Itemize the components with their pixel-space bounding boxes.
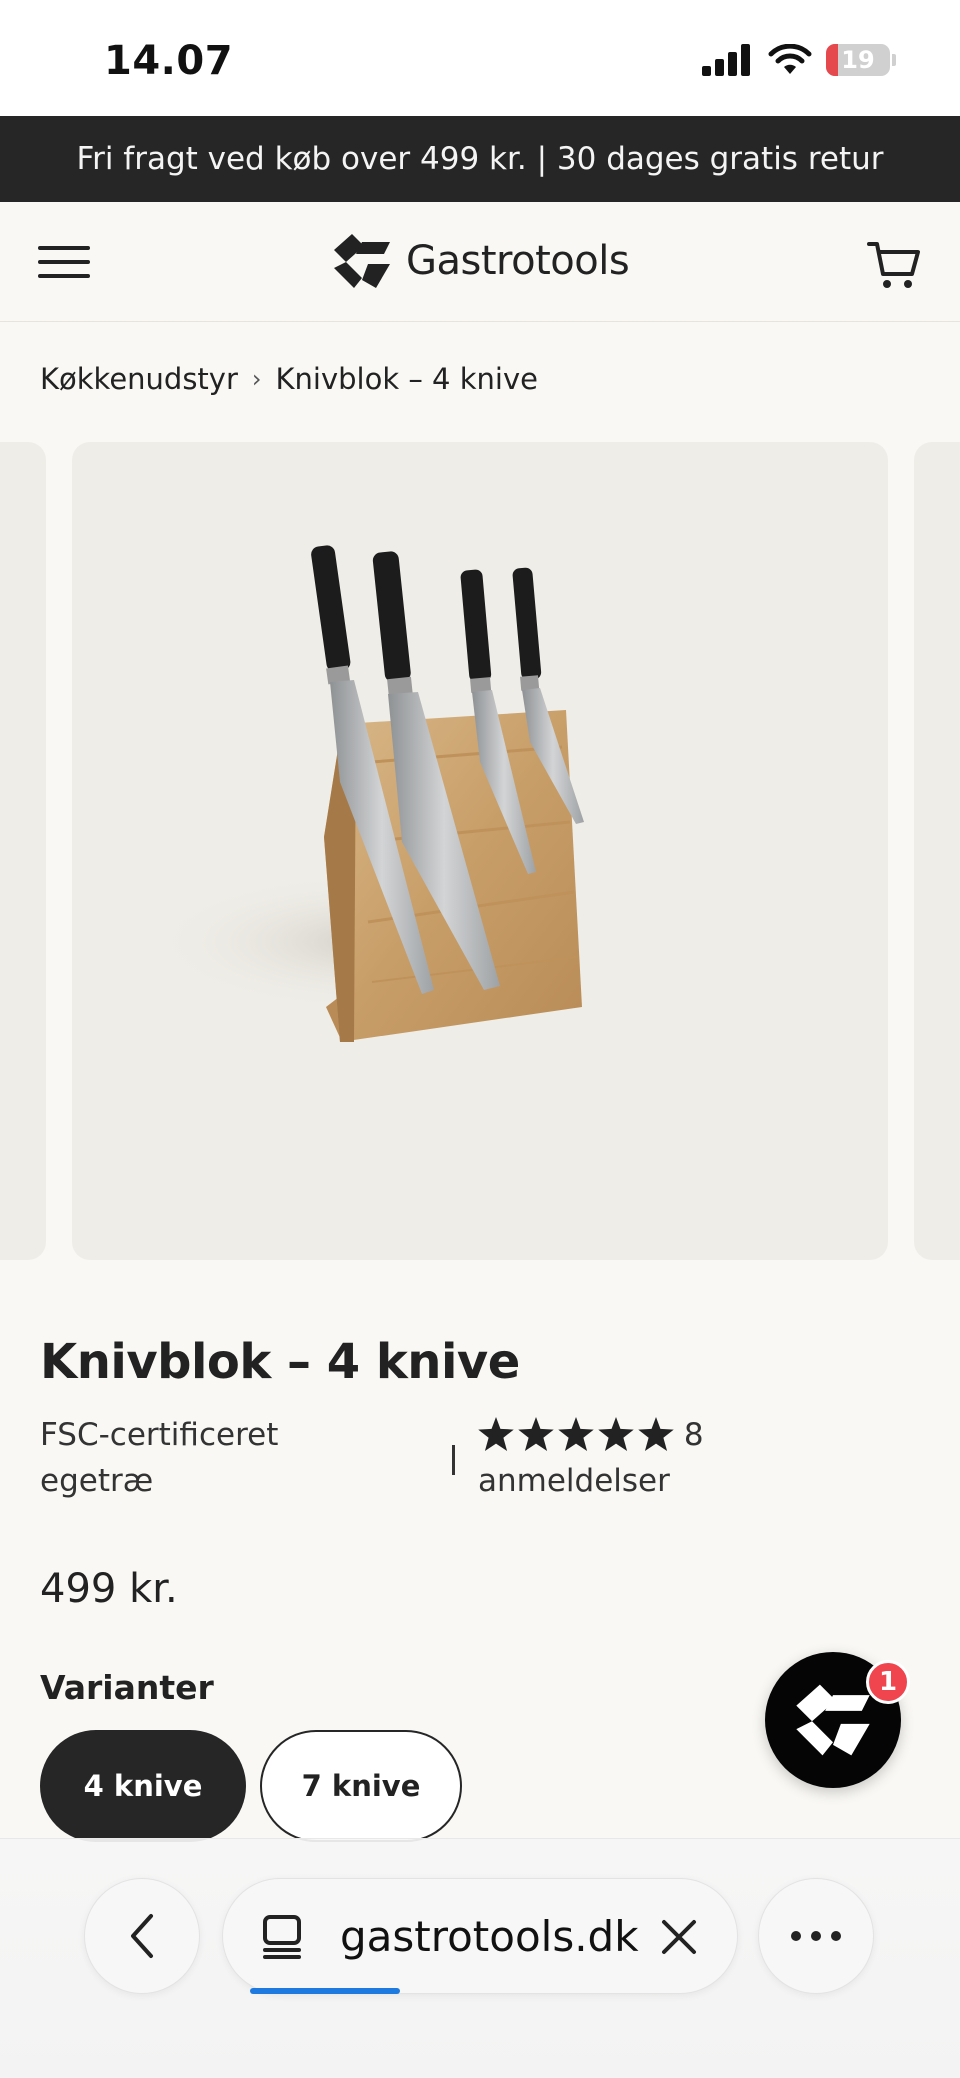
back-button[interactable] (84, 1878, 200, 1994)
star-icon (598, 1416, 634, 1451)
variant-label: 4 knive (83, 1769, 203, 1803)
status-time: 14.07 (104, 38, 234, 84)
gallery-slide-next[interactable] (914, 442, 960, 1260)
site-logo[interactable]: Gastrotools (332, 232, 630, 290)
battery-cap (892, 54, 896, 66)
brand-name: Gastrotools (406, 238, 630, 284)
breadcrumb-separator: › (251, 365, 262, 393)
variants-label: Varianter (40, 1668, 214, 1707)
product-photo-knife-block (152, 545, 592, 1042)
product-material: FSC-certificeret egetræ (40, 1417, 279, 1499)
notification-badge: 1 (866, 1660, 910, 1704)
promo-text: Fri fragt ved køb over 499 kr. | 30 dage… (76, 141, 884, 177)
more-button[interactable] (758, 1878, 874, 1994)
gallery-slide-previous[interactable] (0, 442, 46, 1260)
rating-stars (478, 1416, 674, 1451)
battery-level: 19 (841, 46, 875, 74)
variant-option-7-knive[interactable]: 7 knive (260, 1730, 462, 1842)
breadcrumb: Køkkenudstyr › Knivblok – 4 knive (40, 362, 538, 396)
close-icon[interactable] (656, 1914, 702, 1960)
product-price: 499 kr. (40, 1566, 178, 1612)
battery-icon: 19 (826, 44, 890, 76)
breadcrumb-item-kokkenudstyr[interactable]: Køkkenudstyr (40, 362, 238, 396)
url-text[interactable]: gastrotools.dk (340, 1912, 639, 1961)
status-icons: 19 (702, 44, 896, 76)
cellular-signal-icon (702, 44, 750, 76)
product-rating[interactable]: 8 anmeldelser (478, 1412, 778, 1504)
tabs-icon[interactable] (262, 1914, 302, 1960)
info-divider (452, 1445, 455, 1475)
product-gallery[interactable] (0, 442, 960, 1260)
more-icon (791, 1931, 841, 1941)
star-icon (478, 1416, 514, 1451)
site-header: Gastrotools (0, 202, 960, 322)
cart-icon[interactable] (866, 236, 922, 292)
review-label: anmeldelser (478, 1463, 670, 1499)
review-count: 8 (683, 1417, 704, 1453)
gastrotools-logo-icon (796, 1684, 870, 1756)
promo-bar: Fri fragt ved køb over 499 kr. | 30 dage… (0, 116, 960, 202)
hamburger-menu-icon[interactable] (38, 240, 90, 284)
page-load-progress (250, 1988, 400, 1994)
gallery-slide-current[interactable] (72, 442, 888, 1260)
star-icon (638, 1416, 674, 1451)
gastrotools-logo-icon (334, 234, 390, 288)
star-icon (558, 1416, 594, 1451)
product-title: Knivblok – 4 knive (40, 1334, 520, 1390)
variant-label: 7 knive (301, 1769, 421, 1803)
breadcrumb-item-current: Knivblok – 4 knive (275, 362, 538, 396)
status-bar: 14.07 19 (0, 0, 960, 116)
wifi-icon (768, 44, 812, 74)
back-chevron-icon (131, 1914, 153, 1958)
variant-option-4-knive[interactable]: 4 knive (40, 1730, 246, 1842)
star-icon (518, 1416, 554, 1451)
